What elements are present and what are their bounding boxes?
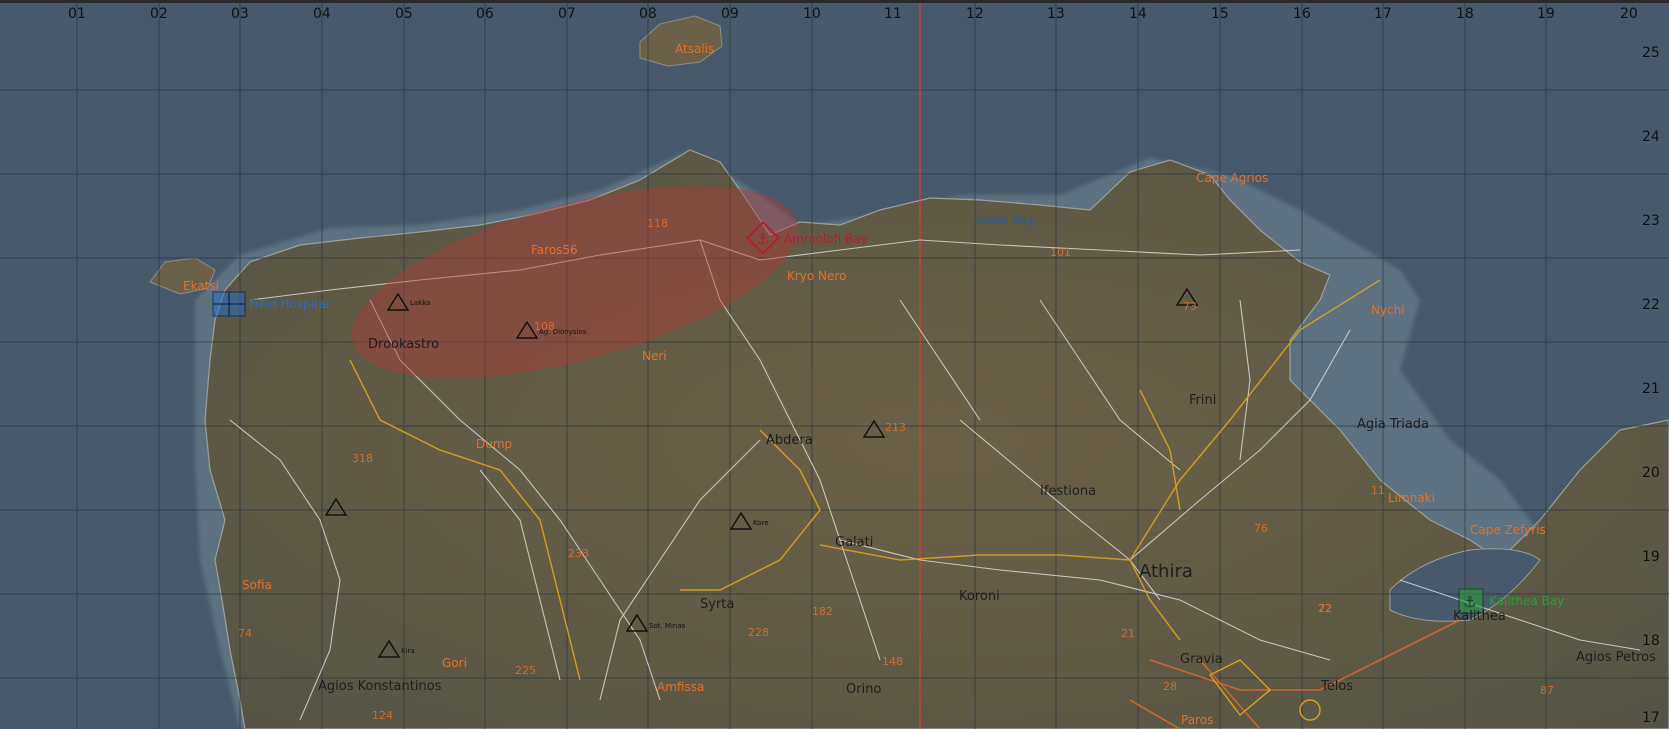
town-label: Ifestiona: [1040, 484, 1096, 499]
bay-labels: Ionos Bay: [976, 213, 1035, 227]
elevation-label: 228: [748, 626, 769, 639]
col-label: 10: [803, 6, 821, 22]
terrain-map[interactable]: 01 02 03 04 05 06 07 08 09 10 11 12 13 1…: [0, 0, 1669, 729]
col-label: 02: [150, 6, 168, 22]
elevation-label: 11: [1371, 484, 1385, 497]
col-label: 18: [1456, 6, 1474, 22]
locality-label: Cape Zefyris: [1470, 523, 1546, 537]
town-label: Frini: [1189, 393, 1216, 408]
elevation-label: 124: [372, 709, 393, 722]
col-label: 17: [1374, 6, 1392, 22]
locality-label: Limnaki: [1388, 491, 1435, 505]
elevation-label: 182: [812, 605, 833, 618]
elevation-label: 73: [1183, 300, 1197, 313]
locality-label: Ekatsi: [183, 279, 219, 293]
elevation-label: 28: [1163, 680, 1177, 693]
town-label: Drookastro: [368, 337, 439, 352]
col-label: 13: [1047, 6, 1065, 22]
elevation-label: 148: [882, 655, 903, 668]
locality-label: Faros56: [531, 243, 578, 257]
col-label: 07: [558, 6, 576, 22]
medical-label: Field Hospital: [249, 297, 329, 311]
row-label: 18: [1642, 633, 1660, 649]
locality-label: Kryo Nero: [787, 269, 846, 283]
elevation-label: 76: [1254, 522, 1268, 535]
elevation-label: 21: [1121, 627, 1135, 640]
town-label: Abdera: [766, 433, 813, 448]
town-label: Agia Triada: [1357, 417, 1429, 432]
harbor-label: Kalithea Bay: [1489, 594, 1564, 608]
hill-label: Sot. Minas: [649, 622, 686, 630]
row-label: 25: [1642, 45, 1660, 61]
elevation-label: 101: [1050, 246, 1071, 259]
col-label: 19: [1537, 6, 1555, 22]
military-label: Ammolofi Bay: [784, 232, 868, 246]
row-label: 21: [1642, 381, 1660, 397]
col-label: 03: [231, 6, 249, 22]
elevation-label: 213: [885, 421, 906, 434]
elevation-label: 118: [647, 217, 668, 230]
elevation-label: 225: [515, 664, 536, 677]
town-label: Kalithea: [1453, 609, 1506, 624]
anchor-icon: ⚓: [756, 230, 769, 248]
town-label: Agios Konstantinos: [318, 679, 442, 694]
col-label: 08: [639, 6, 657, 22]
col-label: 06: [476, 6, 494, 22]
elevation-label: 318: [352, 452, 373, 465]
col-label: 16: [1293, 6, 1311, 22]
hill-label: Kore: [753, 519, 769, 527]
elevation-label: 74: [238, 627, 252, 640]
col-label: 15: [1211, 6, 1229, 22]
locality-label: Sofia: [242, 578, 272, 592]
locality-label: Cape Agrios: [1196, 171, 1268, 185]
row-label: 22: [1642, 297, 1660, 313]
locality-label: Nychi: [1371, 303, 1405, 317]
elevation-label: 108: [534, 320, 555, 333]
locality-label: Gori: [442, 656, 467, 670]
locality-label: Dump: [476, 437, 512, 451]
top-border: [0, 0, 1669, 3]
bay-label: Ionos Bay: [976, 213, 1035, 227]
col-label: 20: [1620, 6, 1638, 22]
col-label: 11: [884, 6, 902, 22]
locality-label: Atsalis: [675, 42, 714, 56]
row-label: 24: [1642, 129, 1660, 145]
col-label: 14: [1129, 6, 1147, 22]
col-label: 09: [721, 6, 739, 22]
town-label: Telos: [1320, 679, 1353, 694]
elevation-label: 72: [1318, 602, 1332, 615]
locality-label: Amfissa: [657, 680, 704, 694]
town-label: Galati: [835, 535, 873, 550]
col-label: 04: [313, 6, 331, 22]
col-label: 12: [966, 6, 984, 22]
town-label: Athira: [1139, 561, 1193, 582]
elevation-label: 233: [568, 547, 589, 560]
hill-label: Lakka: [410, 299, 430, 307]
row-label: 19: [1642, 549, 1660, 565]
row-label: 20: [1642, 465, 1660, 481]
locality-label: Neri: [642, 349, 667, 363]
locality-label: Paros: [1181, 713, 1213, 727]
town-label: Orino: [846, 682, 881, 697]
town-label: Syrta: [700, 597, 734, 612]
elevation-label: 87: [1540, 684, 1554, 697]
col-label: 01: [68, 6, 86, 22]
hill-label: Kira: [401, 647, 415, 655]
col-label: 05: [395, 6, 413, 22]
town-label: Agios Petros: [1576, 650, 1656, 665]
row-label: 23: [1642, 213, 1660, 229]
row-label: 17: [1642, 710, 1660, 726]
town-label: Gravia: [1180, 652, 1223, 667]
town-label: Koroni: [959, 589, 1000, 604]
